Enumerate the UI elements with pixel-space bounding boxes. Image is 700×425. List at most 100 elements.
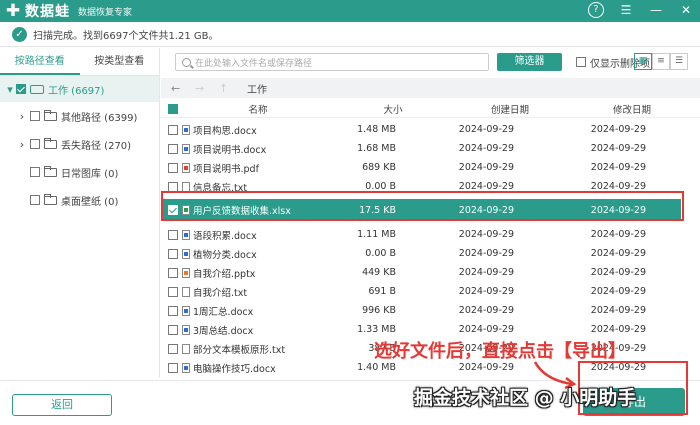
folder-icon <box>44 165 57 177</box>
file-modified-date: 2024-09-29 <box>590 143 646 154</box>
file-size: 1.40 MB <box>357 362 396 373</box>
filter-button[interactable]: 筛选器 <box>497 53 562 71</box>
tree-item-checkbox[interactable] <box>30 111 40 121</box>
file-modified-date: 2024-09-29 <box>590 267 646 278</box>
file-modified-date: 2024-09-29 <box>590 124 646 135</box>
close-icon[interactable]: ✕ <box>678 2 694 18</box>
file-name: 1周汇总.docx <box>193 306 254 318</box>
chevron-right-icon[interactable]: › <box>16 110 28 123</box>
scan-status-bar: ✓ 扫描完成。找到6697个文件共1.21 GB。 <box>0 22 700 47</box>
row-checkbox[interactable] <box>168 267 178 278</box>
up-arrow-icon[interactable]: ↑ <box>219 82 233 95</box>
file-created-date: 2024-09-29 <box>458 267 514 278</box>
file-size: 996 KB <box>362 305 396 316</box>
row-checkbox[interactable] <box>168 248 178 259</box>
detail-view-icon[interactable]: ☰ <box>670 53 688 70</box>
table-row[interactable]: 项目说明书.pdf 689 KB 2024-09-29 2024-09-29 <box>161 158 681 177</box>
search-input[interactable]: 在此处输入文件名或保存路径 <box>175 53 489 71</box>
row-checkbox[interactable] <box>168 305 178 316</box>
file-modified-date: 2024-09-29 <box>590 286 646 297</box>
tree-root-work[interactable]: ▾ 工作 (6697) <box>0 76 159 102</box>
table-row[interactable]: 项目构思.docx 1.48 MB 2024-09-29 2024-09-29 <box>161 120 681 139</box>
file-name: 电脑操作技巧.docx <box>193 363 276 375</box>
row-checkbox[interactable] <box>168 362 178 373</box>
col-name-header[interactable]: 名称 <box>178 102 338 116</box>
chevron-right-icon[interactable]: › <box>16 138 28 151</box>
list-view-icon[interactable]: ≡ <box>652 53 670 70</box>
file-created-date: 2024-09-29 <box>458 143 514 154</box>
file-name: 项目说明书.docx <box>193 144 267 156</box>
help-icon[interactable]: ? <box>588 2 604 18</box>
grid-view-icon[interactable]: ▦ <box>634 53 652 70</box>
col-size-header[interactable]: 大小 <box>338 102 448 116</box>
tree-item-lost-paths[interactable]: › 丢失路径 (270) <box>0 130 159 158</box>
file-name: 自我介绍.txt <box>193 287 248 299</box>
row-checkbox[interactable] <box>168 343 178 354</box>
left-panel: 按路径查看 按类型查看 ▾ 工作 (6697) › 其他路径 (6399) › … <box>0 48 160 378</box>
doc-file-icon <box>182 362 190 373</box>
file-created-date: 2024-09-29 <box>458 229 514 240</box>
search-icon <box>182 57 191 67</box>
scrollbar[interactable] <box>688 120 694 376</box>
annotation-text: 选好文件后，直接点击【导出】 <box>374 341 626 362</box>
table-row[interactable]: 自我介绍.txt 691 B 2024-09-29 2024-09-29 <box>161 282 681 301</box>
back-button[interactable]: 返回 <box>12 394 112 416</box>
tree-item-other-paths[interactable]: › 其他路径 (6399) <box>0 102 159 130</box>
row-checkbox[interactable] <box>168 143 178 154</box>
file-size: 689 KB <box>362 162 396 173</box>
tree-item-label: 桌面壁纸 (0) <box>61 196 119 208</box>
forward-arrow-icon[interactable]: → <box>195 82 209 95</box>
scan-status-text: 扫描完成。找到6697个文件共1.21 GB。 <box>33 30 219 42</box>
file-name: 项目构思.docx <box>193 125 257 137</box>
col-modified-header[interactable]: 修改日期 <box>572 102 692 116</box>
only-deleted-checkbox[interactable] <box>576 57 586 67</box>
drive-icon <box>30 84 44 94</box>
file-size: 449 KB <box>362 267 396 278</box>
table-header: 名称 大小 创建日期 修改日期 <box>161 100 700 118</box>
back-arrow-icon[interactable]: ← <box>171 82 185 95</box>
file-toolbar: 在此处输入文件名或保存路径 筛选器 仅显示删除项 ▦ ≡ ☰ <box>161 48 700 76</box>
row-checkbox[interactable] <box>168 324 178 335</box>
tab-by-type[interactable]: 按类型查看 <box>80 48 160 75</box>
file-created-date: 2024-09-29 <box>458 324 514 335</box>
minimize-icon[interactable]: — <box>648 2 664 18</box>
doc-file-icon <box>182 305 190 316</box>
doc-file-icon <box>182 229 190 240</box>
view-tabs: 按路径查看 按类型查看 <box>0 48 159 76</box>
select-all-checkbox[interactable] <box>168 103 178 114</box>
txt-file-icon <box>182 343 190 354</box>
tree-item-desktop-wallpaper[interactable]: 桌面壁纸 (0) <box>0 186 159 214</box>
selected-row-highlight-box <box>161 191 684 221</box>
file-name: 3周总结.docx <box>193 325 254 337</box>
tree-item-daily-gallery[interactable]: 日常图库 (0) <box>0 158 159 186</box>
file-created-date: 2024-09-29 <box>458 162 514 173</box>
doc-file-icon <box>182 324 190 335</box>
row-checkbox[interactable] <box>168 181 178 192</box>
tree-root-checkbox[interactable] <box>16 84 26 94</box>
file-created-date: 2024-09-29 <box>458 305 514 316</box>
tree-item-checkbox[interactable] <box>30 139 40 149</box>
menu-icon[interactable]: ☰ <box>618 2 634 18</box>
doc-file-icon <box>182 248 190 259</box>
table-row[interactable]: 语段积累.docx 1.11 MB 2024-09-29 2024-09-29 <box>161 225 681 244</box>
folder-icon <box>44 109 57 121</box>
row-checkbox[interactable] <box>168 124 178 135</box>
tab-by-path[interactable]: 按路径查看 <box>0 48 80 75</box>
app-name: 数据蛙 <box>25 4 70 20</box>
txt-file-icon <box>182 181 190 192</box>
row-checkbox[interactable] <box>168 229 178 240</box>
table-row[interactable]: 自我介绍.pptx 449 KB 2024-09-29 2024-09-29 <box>161 263 681 282</box>
table-row[interactable]: 项目说明书.docx 1.68 MB 2024-09-29 2024-09-29 <box>161 139 681 158</box>
file-created-date: 2024-09-29 <box>458 124 514 135</box>
col-created-header[interactable]: 创建日期 <box>448 102 572 116</box>
app-logo-icon: ✚ <box>5 1 21 21</box>
tree-item-checkbox[interactable] <box>30 167 40 177</box>
title-bar: ✚ 数据蛙 数据恢复专家 ? ☰ — ✕ <box>0 0 700 22</box>
table-row[interactable]: 1周汇总.docx 996 KB 2024-09-29 2024-09-29 <box>161 301 681 320</box>
row-checkbox[interactable] <box>168 286 178 297</box>
chevron-down-icon[interactable]: ▾ <box>4 83 16 96</box>
tree-item-checkbox[interactable] <box>30 195 40 205</box>
row-checkbox[interactable] <box>168 162 178 173</box>
folder-icon <box>44 137 57 149</box>
table-row[interactable]: 植物分类.docx 0.00 B 2024-09-29 2024-09-29 <box>161 244 681 263</box>
